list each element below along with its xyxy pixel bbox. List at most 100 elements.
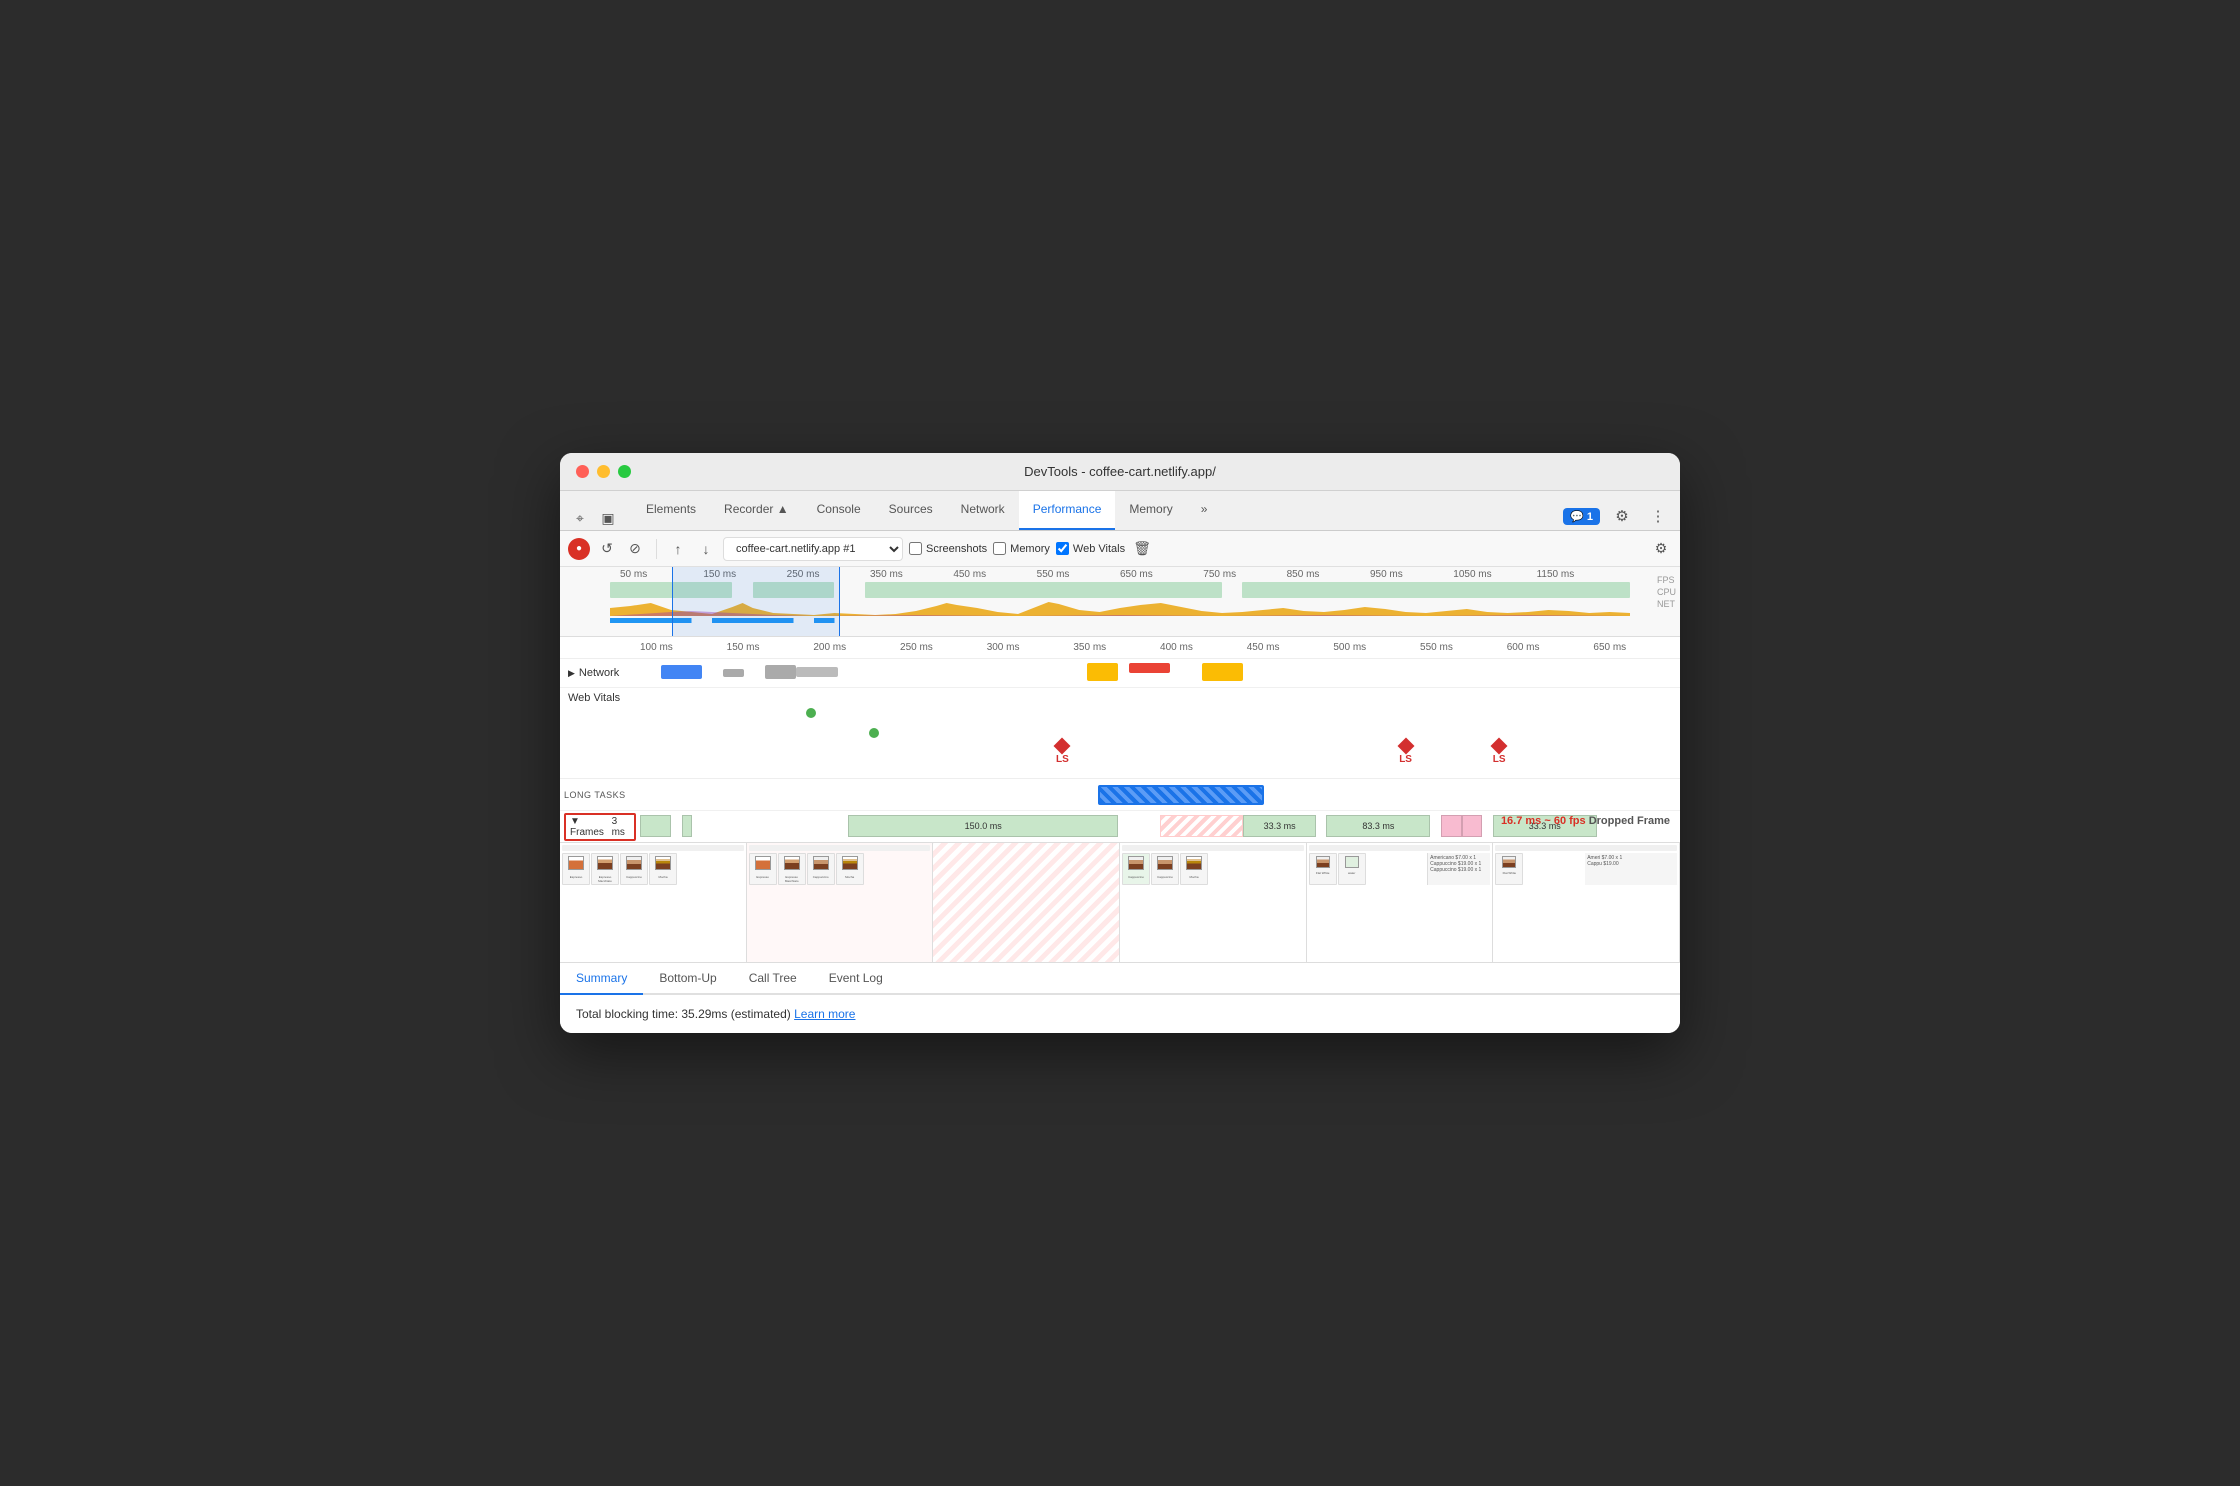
toolbar-settings-icon[interactable]: ⚙ — [1650, 538, 1672, 560]
tab-bottomup[interactable]: Bottom-Up — [643, 963, 732, 995]
record-button[interactable]: ● — [568, 538, 590, 560]
net-event-5 — [1087, 663, 1118, 681]
timeline-selection[interactable] — [672, 567, 840, 636]
frame-seg-1 — [640, 815, 671, 837]
frame-seg-4: 33.3 ms — [1243, 815, 1316, 837]
frame-seg-pink-1 — [1441, 815, 1462, 837]
title-bar: DevTools - coffee-cart.netlify.app/ — [560, 453, 1680, 491]
chat-badge[interactable]: 💬 1 — [1563, 508, 1600, 525]
webvitals-label: Web Vitals — [560, 688, 640, 778]
net-event-7 — [1202, 663, 1244, 681]
screenshot-thumb-1: Espresso Espresso Macchiato — [560, 843, 746, 962]
tab-performance[interactable]: Performance — [1019, 490, 1116, 530]
tab-console[interactable]: Console — [803, 490, 875, 530]
net-event-1 — [661, 665, 703, 679]
tab-eventlog[interactable]: Event Log — [813, 963, 899, 995]
long-tasks-track[interactable] — [640, 779, 1680, 811]
settings-icon[interactable]: ⚙ — [1608, 502, 1636, 530]
screenshot-thumb-2: Espresso Espresso Macchiato — [747, 843, 933, 962]
screenshot-thumb-5: Flat White water Americano $7.00 x 1 Cap… — [1307, 843, 1493, 962]
screenshots-strip: Espresso Espresso Macchiato — [560, 843, 1680, 963]
tab-more[interactable]: » — [1187, 490, 1222, 530]
download-button[interactable]: ↓ — [695, 538, 717, 560]
reload-button[interactable]: ↺ — [596, 538, 618, 560]
long-tasks-label: LONG TASKS — [560, 790, 640, 800]
network-track[interactable] — [640, 659, 1680, 687]
close-button[interactable] — [576, 465, 589, 478]
memory-checkbox[interactable] — [993, 542, 1006, 555]
ls-diamond-1 — [1054, 738, 1071, 755]
traffic-lights — [576, 465, 631, 478]
net-event-3 — [765, 665, 796, 679]
minimize-button[interactable] — [597, 465, 610, 478]
green-dot-2 — [869, 728, 879, 738]
tab-bar: ⌖ ▣ Elements Recorder ▲ Console Sources … — [560, 491, 1680, 531]
upload-button[interactable]: ↑ — [667, 538, 689, 560]
screenshot-6[interactable]: Flat White Ameri $7.00 x 1 Cappu $19.00 — [1493, 843, 1680, 962]
network-row: ▶ Network — [560, 659, 1680, 688]
more-options-icon[interactable]: ⋮ — [1644, 502, 1672, 530]
frame-seg-5: 83.3 ms — [1326, 815, 1430, 837]
long-task-block — [1098, 785, 1264, 805]
tab-calltree[interactable]: Call Tree — [733, 963, 813, 995]
fps-cpu-net-labels: FPS CPU NET — [1657, 575, 1676, 609]
screenshot-5[interactable]: Flat White water Americano $7.00 x 1 Cap… — [1307, 843, 1494, 962]
network-label[interactable]: ▶ Network — [560, 667, 640, 679]
ls-marker-1: LS — [1056, 740, 1069, 765]
overview-panel[interactable]: 50 ms 150 ms 250 ms 350 ms 450 ms 550 ms… — [560, 567, 1680, 637]
clear-button[interactable]: ⊘ — [624, 538, 646, 560]
separator-1 — [656, 539, 657, 559]
summary-area: Total blocking time: 35.29ms (estimated)… — [560, 995, 1680, 1033]
tab-summary[interactable]: Summary — [560, 963, 643, 995]
memory-checkbox-label[interactable]: Memory — [993, 542, 1050, 555]
frame-seg-pink-2 — [1462, 815, 1483, 837]
ls-marker-2: LS — [1399, 740, 1412, 765]
frames-track[interactable]: 150.0 ms 33.3 ms 83.3 ms 33.3 ms 16.7 ms… — [640, 811, 1680, 843]
window-title: DevTools - coffee-cart.netlify.app/ — [1024, 464, 1216, 479]
url-select[interactable]: coffee-cart.netlify.app #1 — [723, 537, 903, 561]
cursor-icon[interactable]: ⌖ — [568, 506, 592, 530]
screenshot-3[interactable] — [933, 843, 1120, 962]
ls-diamond-3 — [1491, 738, 1508, 755]
screenshot-thumb-6: Flat White Ameri $7.00 x 1 Cappu $19.00 — [1493, 843, 1679, 962]
tab-network[interactable]: Network — [947, 490, 1019, 530]
screenshot-thumb-4: Cappuccino Cappuccino Moch — [1120, 843, 1306, 962]
ls-diamond-2 — [1397, 738, 1414, 755]
net-event-4 — [796, 667, 838, 677]
tab-recorder[interactable]: Recorder ▲ — [710, 490, 803, 530]
frames-row: ▼ Frames 3 ms 150.0 ms 33.3 ms 83.3 ms 3… — [560, 811, 1680, 843]
fps-segment-3 — [865, 582, 1222, 598]
tab-elements[interactable]: Elements — [632, 490, 710, 530]
frames-label: ▼ Frames 3 ms — [560, 813, 640, 841]
performance-timeline: 100 ms 150 ms 200 ms 250 ms 300 ms 350 m… — [560, 637, 1680, 963]
toolbar: ● ↺ ⊘ ↑ ↓ coffee-cart.netlify.app #1 Scr… — [560, 531, 1680, 567]
ls-marker-3: LS — [1493, 740, 1506, 765]
screenshot-2[interactable]: Espresso Espresso Macchiato — [747, 843, 934, 962]
green-dot-1 — [806, 708, 816, 718]
dock-icon[interactable]: ▣ — [596, 506, 620, 530]
clear-icon[interactable]: 🗑 — [1131, 538, 1153, 560]
net-event-6 — [1129, 663, 1171, 673]
webvitals-checkbox[interactable] — [1056, 542, 1069, 555]
toolbar-end: ⚙ — [1650, 538, 1672, 560]
screenshot-1[interactable]: Espresso Espresso Macchiato — [560, 843, 747, 962]
webvitals-track[interactable]: LS LS LS — [640, 688, 1680, 778]
webvitals-checkbox-label[interactable]: Web Vitals — [1056, 542, 1125, 555]
screenshots-checkbox-label[interactable]: Screenshots — [909, 542, 987, 555]
fps-segment-4 — [1242, 582, 1630, 598]
webvitals-row: Web Vitals LS LS LS — [560, 688, 1680, 779]
bottom-tabs: Summary Bottom-Up Call Tree Event Log — [560, 963, 1680, 995]
tab-memory[interactable]: Memory — [1115, 490, 1186, 530]
frame-seg-3: 150.0 ms — [848, 815, 1118, 837]
screenshots-checkbox[interactable] — [909, 542, 922, 555]
devtools-window: DevTools - coffee-cart.netlify.app/ ⌖ ▣ … — [560, 453, 1680, 1033]
screenshot-4[interactable]: Cappuccino Cappuccino Moch — [1120, 843, 1307, 962]
maximize-button[interactable] — [618, 465, 631, 478]
tab-sources[interactable]: Sources — [875, 490, 947, 530]
tab-end-controls: 💬 1 ⚙ ⋮ — [1563, 502, 1672, 530]
frames-label-box: ▼ Frames 3 ms — [564, 813, 636, 841]
stripe-area — [1160, 815, 1243, 837]
learn-more-link[interactable]: Learn more — [794, 1007, 855, 1021]
long-tasks-row: LONG TASKS — [560, 779, 1680, 811]
blocking-time-text: Total blocking time: 35.29ms (estimated) — [576, 1007, 791, 1021]
